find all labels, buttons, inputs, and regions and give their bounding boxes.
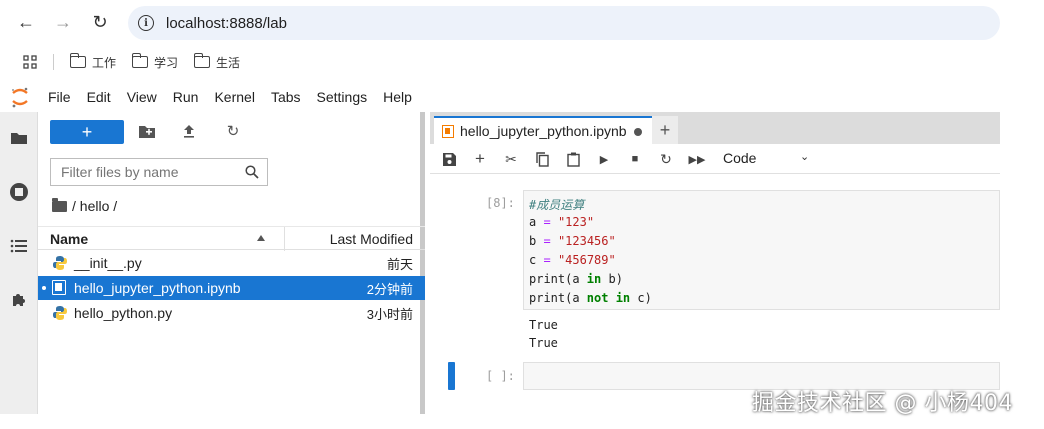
- insert-cell-icon[interactable]: +: [471, 149, 489, 168]
- file-row-selected[interactable]: hello_jupyter_python.ipynb 2分钟前: [38, 276, 425, 300]
- code-line: b = "123456": [529, 234, 616, 248]
- restart-icon[interactable]: ↻: [657, 150, 675, 168]
- cell-input-prompt: [ ]:: [486, 369, 515, 383]
- folder-icon: [69, 53, 86, 68]
- add-tab-button[interactable]: +: [652, 116, 678, 144]
- file-list-header: Name Last Modified: [38, 226, 425, 251]
- new-folder-icon[interactable]: [138, 122, 156, 140]
- bookmark-label: 生活: [216, 55, 241, 70]
- file-row[interactable]: __init__.py 前天: [38, 251, 425, 275]
- menu-tabs[interactable]: Tabs: [271, 89, 301, 105]
- run-icon[interactable]: ▶: [595, 150, 613, 168]
- bookmark-label: 工作: [92, 55, 117, 70]
- search-icon: [245, 165, 259, 179]
- menu-run[interactable]: Run: [173, 89, 199, 105]
- cell-output-line: True: [529, 336, 558, 350]
- unsaved-dot-icon[interactable]: [634, 128, 642, 136]
- document-tab-bar: hello_jupyter_python.ipynb +: [430, 112, 1000, 144]
- home-folder-icon[interactable]: [52, 197, 67, 212]
- reload-icon[interactable]: ↻: [87, 9, 113, 35]
- apps-grid-icon[interactable]: [23, 55, 37, 69]
- menu-file[interactable]: File: [48, 89, 71, 105]
- menu-view[interactable]: View: [127, 89, 157, 105]
- active-cell-indicator[interactable]: [448, 362, 455, 390]
- site-info-icon[interactable]: i: [138, 15, 154, 31]
- folder-icon: [131, 53, 149, 68]
- filter-files-input[interactable]: Filter files by name: [50, 158, 268, 186]
- forward-arrow-icon[interactable]: →: [50, 9, 76, 35]
- folder-icon[interactable]: [9, 128, 29, 148]
- menu-settings[interactable]: Settings: [317, 89, 368, 105]
- jupyter-logo-icon: [10, 86, 30, 108]
- notebook-panel: hello_jupyter_python.ipynb + + ✂ ▶ ■ ↻ ▶…: [430, 112, 1000, 414]
- file-modified: 前天: [386, 256, 413, 272]
- bookmark-label: 学习: [154, 55, 179, 70]
- cell-type-select[interactable]: Code: [723, 150, 756, 166]
- bookmarks-bar: 工作 学习 生活: [0, 48, 1044, 76]
- folder-icon: [193, 53, 211, 68]
- menu-help[interactable]: Help: [383, 89, 412, 105]
- running-kernels-icon[interactable]: [9, 182, 29, 202]
- running-indicator: [42, 286, 46, 290]
- address-bar[interactable]: i localhost:8888/lab: [128, 6, 1000, 40]
- extension-puzzle-icon[interactable]: [9, 290, 29, 310]
- copy-icon[interactable]: [533, 150, 551, 168]
- tab-notebook[interactable]: hello_jupyter_python.ipynb: [434, 116, 652, 144]
- watermark: 掘金技术社区 @ 小杨404: [752, 391, 1013, 416]
- menu-edit[interactable]: Edit: [87, 89, 111, 105]
- code-line: a = "123": [529, 215, 595, 229]
- column-header-modified[interactable]: Last Modified: [330, 231, 413, 247]
- bookmark-folder-work[interactable]: 工作: [69, 53, 117, 71]
- chevron-down-icon[interactable]: ⌄: [800, 150, 809, 163]
- save-icon[interactable]: [440, 150, 458, 168]
- paste-icon[interactable]: [564, 150, 582, 168]
- column-divider: [284, 227, 285, 251]
- file-browser-panel: + ↻ Filter files by name / hello / Name …: [38, 112, 425, 414]
- cell-input-prompt: [8]:: [486, 196, 515, 210]
- file-row[interactable]: hello_python.py 3小时前: [38, 301, 425, 325]
- code-line: print(a not in c): [529, 291, 652, 305]
- column-header-name[interactable]: Name: [50, 231, 88, 247]
- cut-icon[interactable]: ✂: [502, 150, 520, 168]
- url-text: localhost:8888/lab: [166, 14, 287, 32]
- refresh-icon[interactable]: ↻: [224, 122, 242, 140]
- code-line: print(a in b): [529, 272, 623, 286]
- fast-forward-icon[interactable]: ▶▶: [688, 150, 706, 168]
- table-of-contents-icon[interactable]: [9, 236, 29, 256]
- code-line: #成员运算: [529, 198, 585, 212]
- cell-output-line: True: [529, 318, 558, 332]
- code-cell-editor[interactable]: #成员运算 a = "123" b = "123456" c = "456789…: [523, 190, 1000, 310]
- sort-ascending-icon[interactable]: [257, 235, 265, 241]
- breadcrumb[interactable]: / hello /: [52, 197, 117, 214]
- python-file-icon: [52, 255, 68, 271]
- breadcrumb-path[interactable]: / hello /: [72, 198, 117, 214]
- back-arrow-icon[interactable]: ←: [13, 9, 39, 35]
- tab-title: hello_jupyter_python.ipynb: [460, 123, 627, 139]
- file-name: __init__.py: [74, 255, 142, 271]
- notebook-file-icon: [52, 280, 66, 295]
- file-modified: 2分钟前: [366, 281, 413, 297]
- code-line: c = "456789": [529, 253, 616, 267]
- bookmark-folder-life[interactable]: 生活: [193, 53, 241, 71]
- bookmarks-divider: [53, 54, 54, 70]
- file-name: hello_python.py: [74, 305, 173, 321]
- notebook-toolbar: + ✂ ▶ ■ ↻ ▶▶ Code ⌄: [430, 144, 1000, 174]
- left-sidebar-tabs: [0, 112, 38, 414]
- menu-kernel[interactable]: Kernel: [214, 89, 254, 105]
- python-file-icon: [52, 305, 68, 321]
- new-launcher-button[interactable]: +: [50, 120, 124, 144]
- stop-icon[interactable]: ■: [626, 150, 644, 168]
- filter-placeholder: Filter files by name: [61, 164, 179, 180]
- upload-icon[interactable]: [180, 122, 198, 140]
- jupyter-menubar: File Edit View Run Kernel Tabs Settings …: [0, 84, 1044, 110]
- notebook-icon: [442, 124, 454, 138]
- browser-toolbar: ← → ↻ i localhost:8888/lab: [0, 0, 1044, 46]
- bookmark-folder-study[interactable]: 学习: [131, 53, 179, 71]
- file-name: hello_jupyter_python.ipynb: [74, 280, 241, 296]
- file-modified: 3小时前: [366, 306, 413, 322]
